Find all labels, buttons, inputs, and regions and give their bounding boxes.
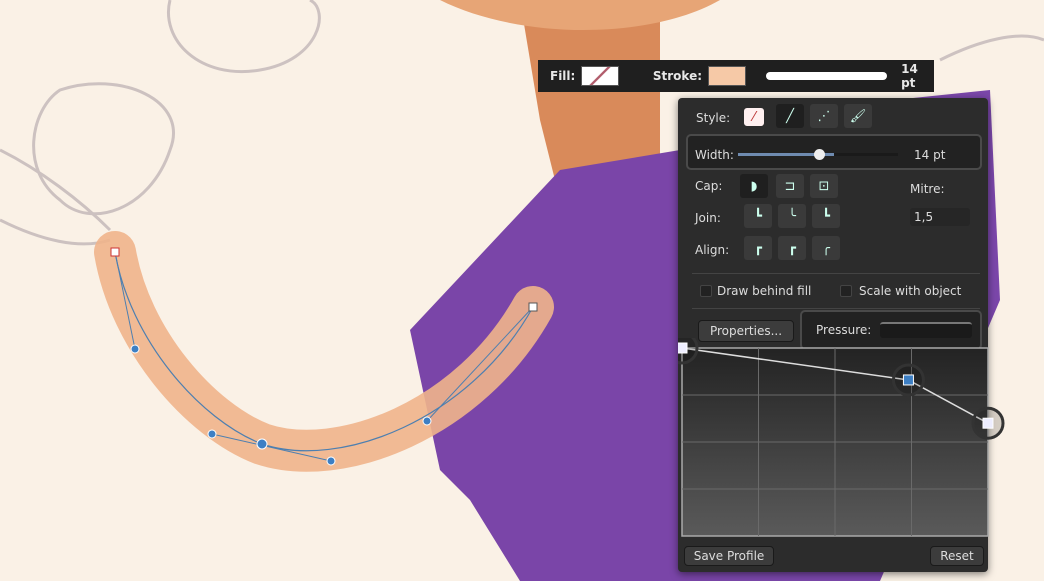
cap-square-icon[interactable]: ⊐ — [776, 174, 804, 198]
mitre-label: Mitre: — [910, 182, 945, 196]
mitre-input[interactable]: 1,5 — [910, 208, 970, 226]
style-brush-icon[interactable]: 🖌 — [844, 104, 872, 128]
scale-with-object-checkbox[interactable] — [840, 285, 852, 297]
fill-label: Fill: — [550, 69, 576, 83]
draw-behind-fill-label: Draw behind fill — [717, 284, 812, 298]
divider — [692, 273, 980, 274]
curve-control-point[interactable] — [982, 417, 994, 429]
style-none-icon[interactable]: ⁄ — [744, 108, 764, 126]
style-solid-line-icon[interactable]: ╱ — [776, 104, 804, 128]
context-toolbar: Fill: Stroke: 14 pt — [538, 60, 934, 92]
stroke-label: Stroke: — [652, 69, 703, 83]
stroke-width-preview[interactable] — [765, 72, 888, 80]
save-profile-button[interactable]: Save Profile — [684, 546, 774, 566]
curve-control-point[interactable] — [902, 374, 914, 386]
align-center-icon[interactable]: ┏ — [778, 236, 806, 260]
draw-behind-fill-checkbox[interactable] — [700, 285, 712, 297]
pressure-preview[interactable] — [880, 322, 972, 338]
width-value: 14 pt — [914, 148, 946, 162]
join-bevel-icon[interactable]: ┗ — [812, 204, 840, 228]
style-dashed-line-icon[interactable]: ⋰ — [810, 104, 838, 128]
align-outside-icon[interactable]: ╭ — [812, 236, 840, 260]
cap-butt-icon[interactable]: ⊡ — [810, 174, 838, 198]
cap-round-icon[interactable]: ◗ — [740, 174, 768, 198]
join-label: Join: — [695, 211, 721, 225]
stroke-swatch[interactable] — [708, 66, 746, 86]
curve-control-point[interactable] — [678, 342, 688, 354]
align-inside-icon[interactable]: ┏ — [744, 236, 772, 260]
width-slider-handle[interactable] — [814, 149, 825, 160]
join-round-icon[interactable]: ╰ — [778, 204, 806, 228]
style-label: Style: — [696, 111, 731, 125]
pressure-graph[interactable] — [678, 338, 1008, 543]
reset-button[interactable]: Reset — [930, 546, 984, 566]
cap-label: Cap: — [695, 179, 723, 193]
align-label: Align: — [695, 243, 730, 257]
divider — [692, 308, 980, 309]
join-miter-icon[interactable]: ┗ — [744, 204, 772, 228]
pressure-label: Pressure: — [816, 323, 872, 337]
width-label: Width: — [695, 148, 734, 162]
width-slider[interactable] — [738, 149, 898, 160]
fill-swatch[interactable] — [581, 66, 619, 86]
stroke-width-value: 14 pt — [901, 62, 918, 90]
scale-with-object-label: Scale with object — [859, 284, 962, 298]
stroke-panel: Style: ⁄ ╱ ⋰ 🖌 Width: 14 pt Cap: ◗ ⊐ ⊡ M… — [678, 98, 1005, 572]
